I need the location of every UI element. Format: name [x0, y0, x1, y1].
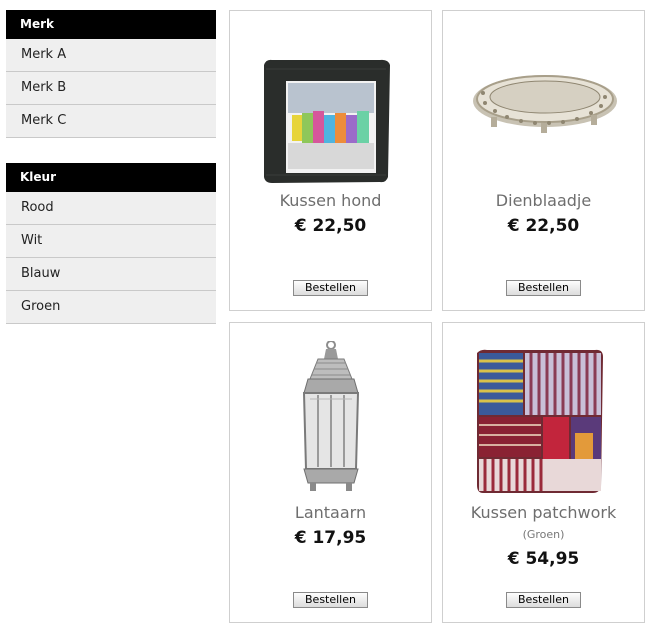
filter-item-merk-b[interactable]: Merk B	[6, 72, 216, 105]
filter-heading-merk: Merk	[6, 10, 216, 39]
product-price: € 22,50	[294, 216, 367, 236]
product-card[interactable]: Kussen hond € 22,50 Bestellen	[229, 10, 432, 311]
order-button[interactable]: Bestellen	[293, 280, 368, 296]
filter-item-wit[interactable]: Wit	[6, 225, 216, 258]
filter-group-kleur: Kleur Rood Wit Blauw Groen	[6, 163, 216, 324]
product-name[interactable]: Kussen hond	[230, 191, 431, 210]
product-price: € 22,50	[507, 216, 580, 236]
product-variant: (Groen)	[522, 528, 565, 541]
filter-heading-kleur: Kleur	[6, 163, 216, 192]
product-card[interactable]: Lantaarn € 17,95 Bestellen	[229, 322, 432, 623]
filter-item-groen[interactable]: Groen	[6, 291, 216, 324]
product-image-lantern[interactable]	[230, 340, 431, 496]
filter-item-merk-c[interactable]: Merk C	[6, 105, 216, 138]
product-price: € 54,95	[507, 549, 580, 569]
product-image-patchwork-cushion[interactable]	[443, 341, 644, 496]
filter-item-rood[interactable]: Rood	[6, 192, 216, 225]
product-name[interactable]: Lantaarn	[230, 503, 431, 522]
order-button[interactable]: Bestellen	[506, 280, 581, 296]
filter-item-merk-a[interactable]: Merk A	[6, 39, 216, 72]
product-image-dog-cushion[interactable]	[230, 29, 431, 184]
filter-sidebar: Merk Merk A Merk B Merk C Kleur Rood Wit…	[6, 10, 216, 349]
product-price: € 17,95	[294, 528, 367, 548]
order-button[interactable]: Bestellen	[506, 592, 581, 608]
filter-item-blauw[interactable]: Blauw	[6, 258, 216, 291]
product-card[interactable]: Dienblaadje € 22,50 Bestellen	[442, 10, 645, 311]
product-card[interactable]: Kussen patchwork (Groen) € 54,95 Bestell…	[442, 322, 645, 623]
order-button[interactable]: Bestellen	[293, 592, 368, 608]
product-name[interactable]: Dienblaadje	[443, 191, 644, 210]
product-image-tray[interactable]	[443, 29, 644, 184]
product-name[interactable]: Kussen patchwork	[443, 503, 644, 522]
filter-group-merk: Merk Merk A Merk B Merk C	[6, 10, 216, 138]
